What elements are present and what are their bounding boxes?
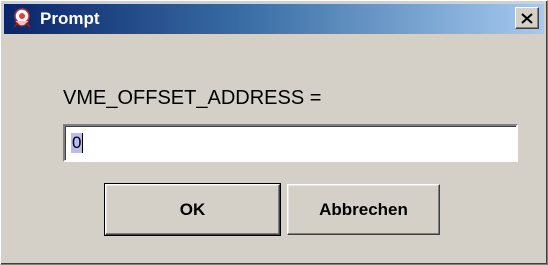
close-button[interactable] <box>515 7 539 29</box>
close-icon <box>521 12 533 24</box>
cancel-button[interactable]: Abbrechen <box>287 184 440 235</box>
prompt-dialog: Prompt VME_OFFSET_ADDRESS = 0 OK Abbrech… <box>0 0 548 265</box>
java-duke-icon <box>13 8 31 28</box>
prompt-label: VME_OFFSET_ADDRESS = <box>63 87 322 109</box>
value-text: 0 <box>71 133 83 153</box>
value-input[interactable]: 0 <box>63 124 518 162</box>
title-bar[interactable]: Prompt <box>4 4 544 34</box>
ok-button[interactable]: OK <box>104 183 281 236</box>
window-title: Prompt <box>40 9 100 28</box>
text-caret <box>82 133 84 153</box>
